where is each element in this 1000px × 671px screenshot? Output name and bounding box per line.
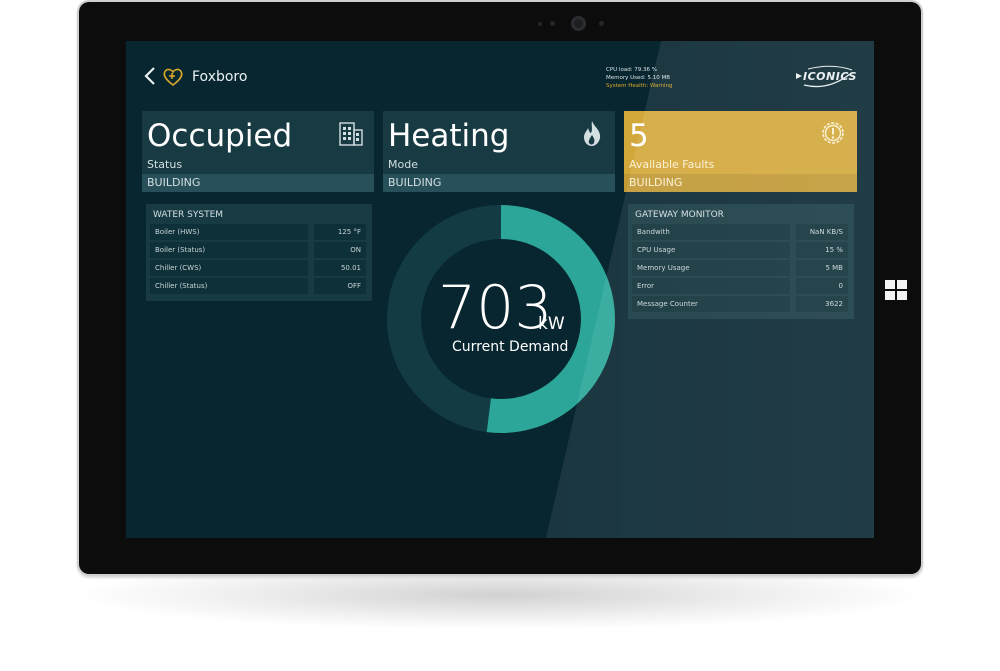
gateway-monitor-title: GATEWAY MONITOR (635, 210, 724, 220)
row-label: Message Counter (632, 296, 790, 312)
back-arrow-icon[interactable] (143, 66, 157, 86)
row-value: 3622 (796, 296, 848, 312)
status-card[interactable]: Occupied Status BUILDING (142, 111, 374, 192)
table-row: Bandwith NaN KB/S (628, 223, 854, 241)
table-row: Chiller (CWS) 50.01 (146, 259, 372, 277)
table-row: Chiller (Status) OFF (146, 277, 372, 295)
sensor-dot (550, 21, 555, 26)
row-value: 50.01 (314, 260, 366, 276)
gateway-monitor-panel: GATEWAY MONITOR Bandwith NaN KB/S CPU Us… (628, 204, 854, 319)
water-system-title: WATER SYSTEM (153, 210, 224, 220)
site-title: Foxboro (192, 69, 248, 85)
sensor-dot (599, 21, 604, 26)
heart-plus-icon (163, 68, 183, 87)
flame-icon (584, 121, 601, 146)
table-row: Memory Usage 5 MB (628, 259, 854, 277)
row-value: 5 MB (796, 260, 848, 276)
row-value: NaN KB/S (796, 224, 848, 240)
demand-label: Current Demand (452, 339, 569, 355)
status-tag: BUILDING (142, 174, 374, 192)
row-value: 0 (796, 278, 848, 294)
row-value: OFF (314, 278, 366, 294)
cpu-load-text: CPU load: 79.36 % (606, 67, 658, 73)
table-row: CPU Usage 15 % (628, 241, 854, 259)
demand-unit: kW (538, 314, 565, 334)
row-label: Chiller (CWS) (150, 260, 308, 276)
row-label: Boiler (Status) (150, 242, 308, 258)
table-row: Boiler (Status) ON (146, 241, 372, 259)
faults-value: 5 (629, 118, 649, 154)
status-label: Status (147, 158, 183, 171)
mode-card[interactable]: Heating Mode BUILDING (383, 111, 615, 192)
mode-value: Heating (388, 118, 510, 154)
row-label: CPU Usage (632, 242, 790, 258)
screen: Foxboro CPU load: 79.36 % Memory Used: 5… (126, 41, 874, 538)
row-value: 125 °F (314, 224, 366, 240)
faults-card[interactable]: 5 Available Faults BUILDING (624, 111, 857, 192)
row-label: Chiller (Status) (150, 278, 308, 294)
memory-used-text: Memory Used: 5.10 MB (606, 75, 670, 81)
system-status: CPU load: 79.36 % Memory Used: 5.10 MB S… (606, 66, 673, 90)
row-value: ON (314, 242, 366, 258)
building-icon (339, 122, 363, 146)
front-camera (571, 16, 586, 31)
row-label: Boiler (HWS) (150, 224, 308, 240)
faults-tag: BUILDING (624, 174, 857, 192)
sensor-dot (538, 22, 542, 26)
row-label: Bandwith (632, 224, 790, 240)
table-row: Boiler (HWS) 125 °F (146, 223, 372, 241)
iconics-logo: ICONICS (794, 64, 857, 90)
row-value: 15 % (796, 242, 848, 258)
table-row: Error 0 (628, 277, 854, 295)
row-label: Error (632, 278, 790, 294)
water-system-panel: WATER SYSTEM Boiler (HWS) 125 °F Boiler … (146, 204, 372, 301)
table-row: Message Counter 3622 (628, 295, 854, 313)
windows-logo-icon[interactable] (885, 280, 907, 300)
demand-value: 703 (438, 273, 553, 343)
warning-gear-icon (822, 122, 844, 144)
row-label: Memory Usage (632, 260, 790, 276)
faults-label: Available Faults (629, 158, 715, 171)
system-health-text: System Health: Warning (606, 83, 673, 89)
logo-text: ICONICS (803, 70, 857, 83)
mode-tag: BUILDING (383, 174, 615, 192)
mode-label: Mode (388, 158, 418, 171)
status-value: Occupied (147, 118, 293, 154)
